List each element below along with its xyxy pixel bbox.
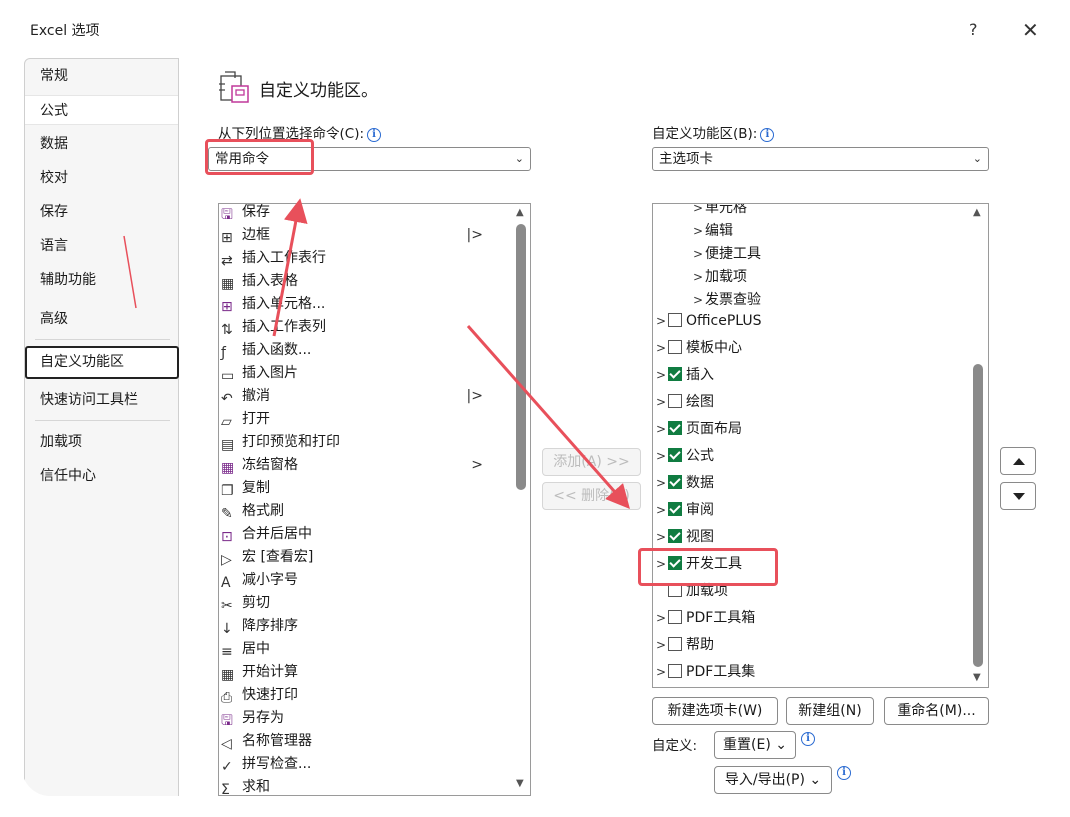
annotation-arrows (123, 198, 630, 509)
excel-options-dialog: Excel 选项 ? ✕ 常规 公式 数据 校对 保存 语言 辅助功能 高级 自… (22, 18, 1050, 796)
